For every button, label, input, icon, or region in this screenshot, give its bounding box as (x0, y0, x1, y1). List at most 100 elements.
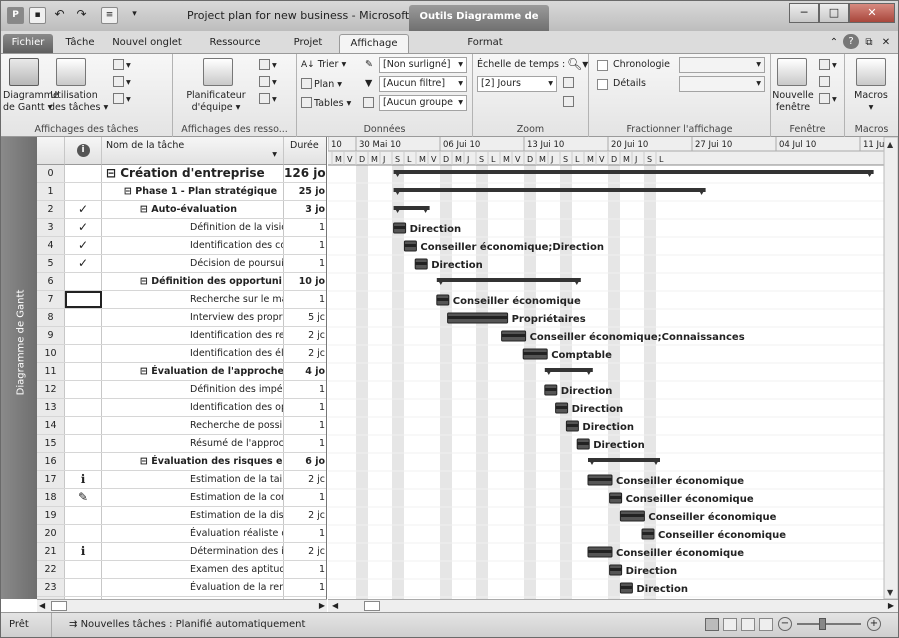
indicator-cell[interactable] (65, 291, 102, 308)
task-name-cell[interactable]: Identification des élémer (102, 345, 284, 362)
row-id[interactable]: 10 (37, 345, 65, 362)
row-id[interactable]: 9 (37, 327, 65, 344)
duration-cell[interactable]: 6 jo (284, 453, 326, 470)
duration-cell[interactable]: 10 jo (284, 273, 326, 290)
duration-cell[interactable]: 1 (284, 237, 326, 254)
row-id[interactable]: 5 (37, 255, 65, 272)
indicator-cell[interactable] (65, 345, 102, 362)
gantt-view-shortcut-icon[interactable] (705, 618, 719, 631)
duration-cell[interactable]: 2 jc (284, 507, 326, 524)
new-tasks-mode[interactable]: ⇉ Nouvelles tâches : Planifié automatiqu… (69, 619, 305, 630)
gantt-scroll-thumb[interactable] (364, 601, 380, 611)
resource-sheet-button[interactable]: ▾ (259, 76, 277, 89)
table-row[interactable]: 7 Recherche sur le march1 (37, 291, 326, 309)
gantt-hscrollbar[interactable]: ◀ ▶ (328, 599, 898, 612)
close-doc-icon[interactable]: ✕ (879, 34, 893, 53)
indicator-cell[interactable] (65, 435, 102, 452)
task-name-cell[interactable]: Identification des ressou (102, 327, 284, 344)
duration-cell[interactable]: 2 jc (284, 471, 326, 488)
zoom-out-icon[interactable]: − (778, 617, 792, 631)
indicator-cell[interactable] (65, 453, 102, 470)
task-name-cell[interactable]: ⊟ Évaluation des risques e (102, 453, 284, 470)
collapse-icon[interactable]: ⊟ (140, 204, 151, 215)
indicator-cell[interactable]: ✓ (65, 255, 102, 272)
row-id[interactable]: 6 (37, 273, 65, 290)
tab-nouvel-onglet[interactable]: Nouvel onglet (105, 34, 189, 53)
table-row[interactable]: 19 Estimation de la disponib2 jc (37, 507, 326, 525)
task-name-cell[interactable]: Définition des impératifs (102, 381, 284, 398)
row-id[interactable]: 17 (37, 471, 65, 488)
new-window-icon[interactable] (777, 58, 807, 86)
switch-windows-icon[interactable]: ▾ (819, 93, 837, 106)
table-row[interactable]: 16 ⊟ Évaluation des risques e6 jo (37, 453, 326, 471)
row-id[interactable]: 2 (37, 201, 65, 218)
grid-scroll-thumb[interactable] (51, 601, 67, 611)
undo-icon[interactable]: ↶ (51, 7, 68, 24)
table-row[interactable]: 22 Examen des aptitudes p1 (37, 561, 326, 579)
new-task-icon[interactable]: ≡ (101, 7, 118, 24)
zoom-slider[interactable] (797, 623, 861, 625)
duration-cell[interactable]: 1 (284, 561, 326, 578)
tab-fichier[interactable]: Fichier (3, 34, 53, 53)
row-id[interactable]: 13 (37, 399, 65, 416)
indicator-cell[interactable] (65, 309, 102, 326)
duration-cell[interactable]: 1 (284, 219, 326, 236)
indicator-cell[interactable]: ℹ (65, 471, 102, 488)
table-row[interactable]: 12 Définition des impératifs1 (37, 381, 326, 399)
indicator-cell[interactable] (65, 579, 102, 596)
duration-cell[interactable]: 126 jo (284, 165, 326, 182)
indicator-cell[interactable]: ✎ (65, 489, 102, 506)
gantt-chart-icon[interactable] (9, 58, 39, 86)
redo-icon[interactable]: ↷ (73, 7, 90, 24)
arrange-all-icon[interactable]: ▾ (819, 59, 837, 72)
duration-header[interactable]: Durée (284, 137, 326, 165)
task-name-header[interactable]: Nom de la tâche ▾ (102, 137, 284, 165)
duration-cell[interactable]: 1 (284, 579, 326, 596)
table-row[interactable]: 21ℹ Détermination des impér2 jc (37, 543, 326, 561)
sort-button[interactable]: A↓ Trier ▾ (301, 59, 346, 71)
gantt-chart-button[interactable]: Diagramme de Gantt ▾ (3, 90, 59, 114)
duration-cell[interactable]: 5 jc (284, 309, 326, 326)
indicator-cell[interactable]: ✓ (65, 201, 102, 218)
table-row[interactable]: 18✎ Estimation de la concurr1 (37, 489, 326, 507)
collapse-icon[interactable]: ⊟ (106, 166, 120, 180)
gantt-scroll-right-icon[interactable]: ▶ (888, 601, 894, 610)
table-row[interactable]: 4✓ Identification des compé1 (37, 237, 326, 255)
row-id[interactable]: 16 (37, 453, 65, 470)
table-row[interactable]: 8 Interview des propriétair5 jc (37, 309, 326, 327)
task-name-cell[interactable]: Identification des compé (102, 237, 284, 254)
indicators-header[interactable]: i (65, 137, 102, 165)
row-id[interactable]: 23 (37, 579, 65, 596)
task-name-cell[interactable]: Identification des opport (102, 399, 284, 416)
indicator-cell[interactable] (65, 417, 102, 434)
network-diagram-button[interactable]: ▾ (113, 59, 131, 72)
indicator-cell[interactable] (65, 165, 102, 182)
new-window-button[interactable]: Nouvelle fenêtre (771, 90, 815, 114)
table-row[interactable]: 23 Évaluation de la rentabili1 (37, 579, 326, 597)
app-icon[interactable]: P (7, 7, 24, 24)
indicator-cell[interactable]: ✓ (65, 219, 102, 236)
tab-ressource[interactable]: Ressource (191, 34, 279, 53)
maximize-button[interactable]: □ (819, 3, 849, 23)
details-checkbox[interactable] (597, 79, 608, 90)
row-id[interactable]: 11 (37, 363, 65, 380)
other-views-button[interactable]: ▾ (113, 93, 131, 106)
table-row[interactable]: 0 ⊟ Création d'entreprise 126 jo (37, 165, 326, 183)
row-id[interactable]: 22 (37, 561, 65, 578)
indicator-cell[interactable] (65, 561, 102, 578)
team-planner-shortcut-icon[interactable] (741, 618, 755, 631)
duration-cell[interactable]: 2 jc (284, 543, 326, 560)
task-name-cell[interactable]: Résumé de l'approche d (102, 435, 284, 452)
indicator-cell[interactable] (65, 183, 102, 200)
ribbon-minimize-icon[interactable]: ⌃ (827, 34, 841, 53)
task-name-cell[interactable]: Évaluation de la rentabili (102, 579, 284, 596)
task-name-cell[interactable]: Estimation de la concurr (102, 489, 284, 506)
row-id[interactable]: 4 (37, 237, 65, 254)
sort-dropdown-icon[interactable]: ▾ (272, 149, 277, 160)
row-id[interactable]: 1 (37, 183, 65, 200)
duration-cell[interactable]: 1 (284, 255, 326, 272)
task-name-cell[interactable]: Estimation de la taille et c (102, 471, 284, 488)
task-name-cell[interactable]: ⊟ Auto-évaluation (102, 201, 284, 218)
entire-project-icon[interactable] (563, 77, 576, 90)
duration-cell[interactable]: 1 (284, 525, 326, 542)
